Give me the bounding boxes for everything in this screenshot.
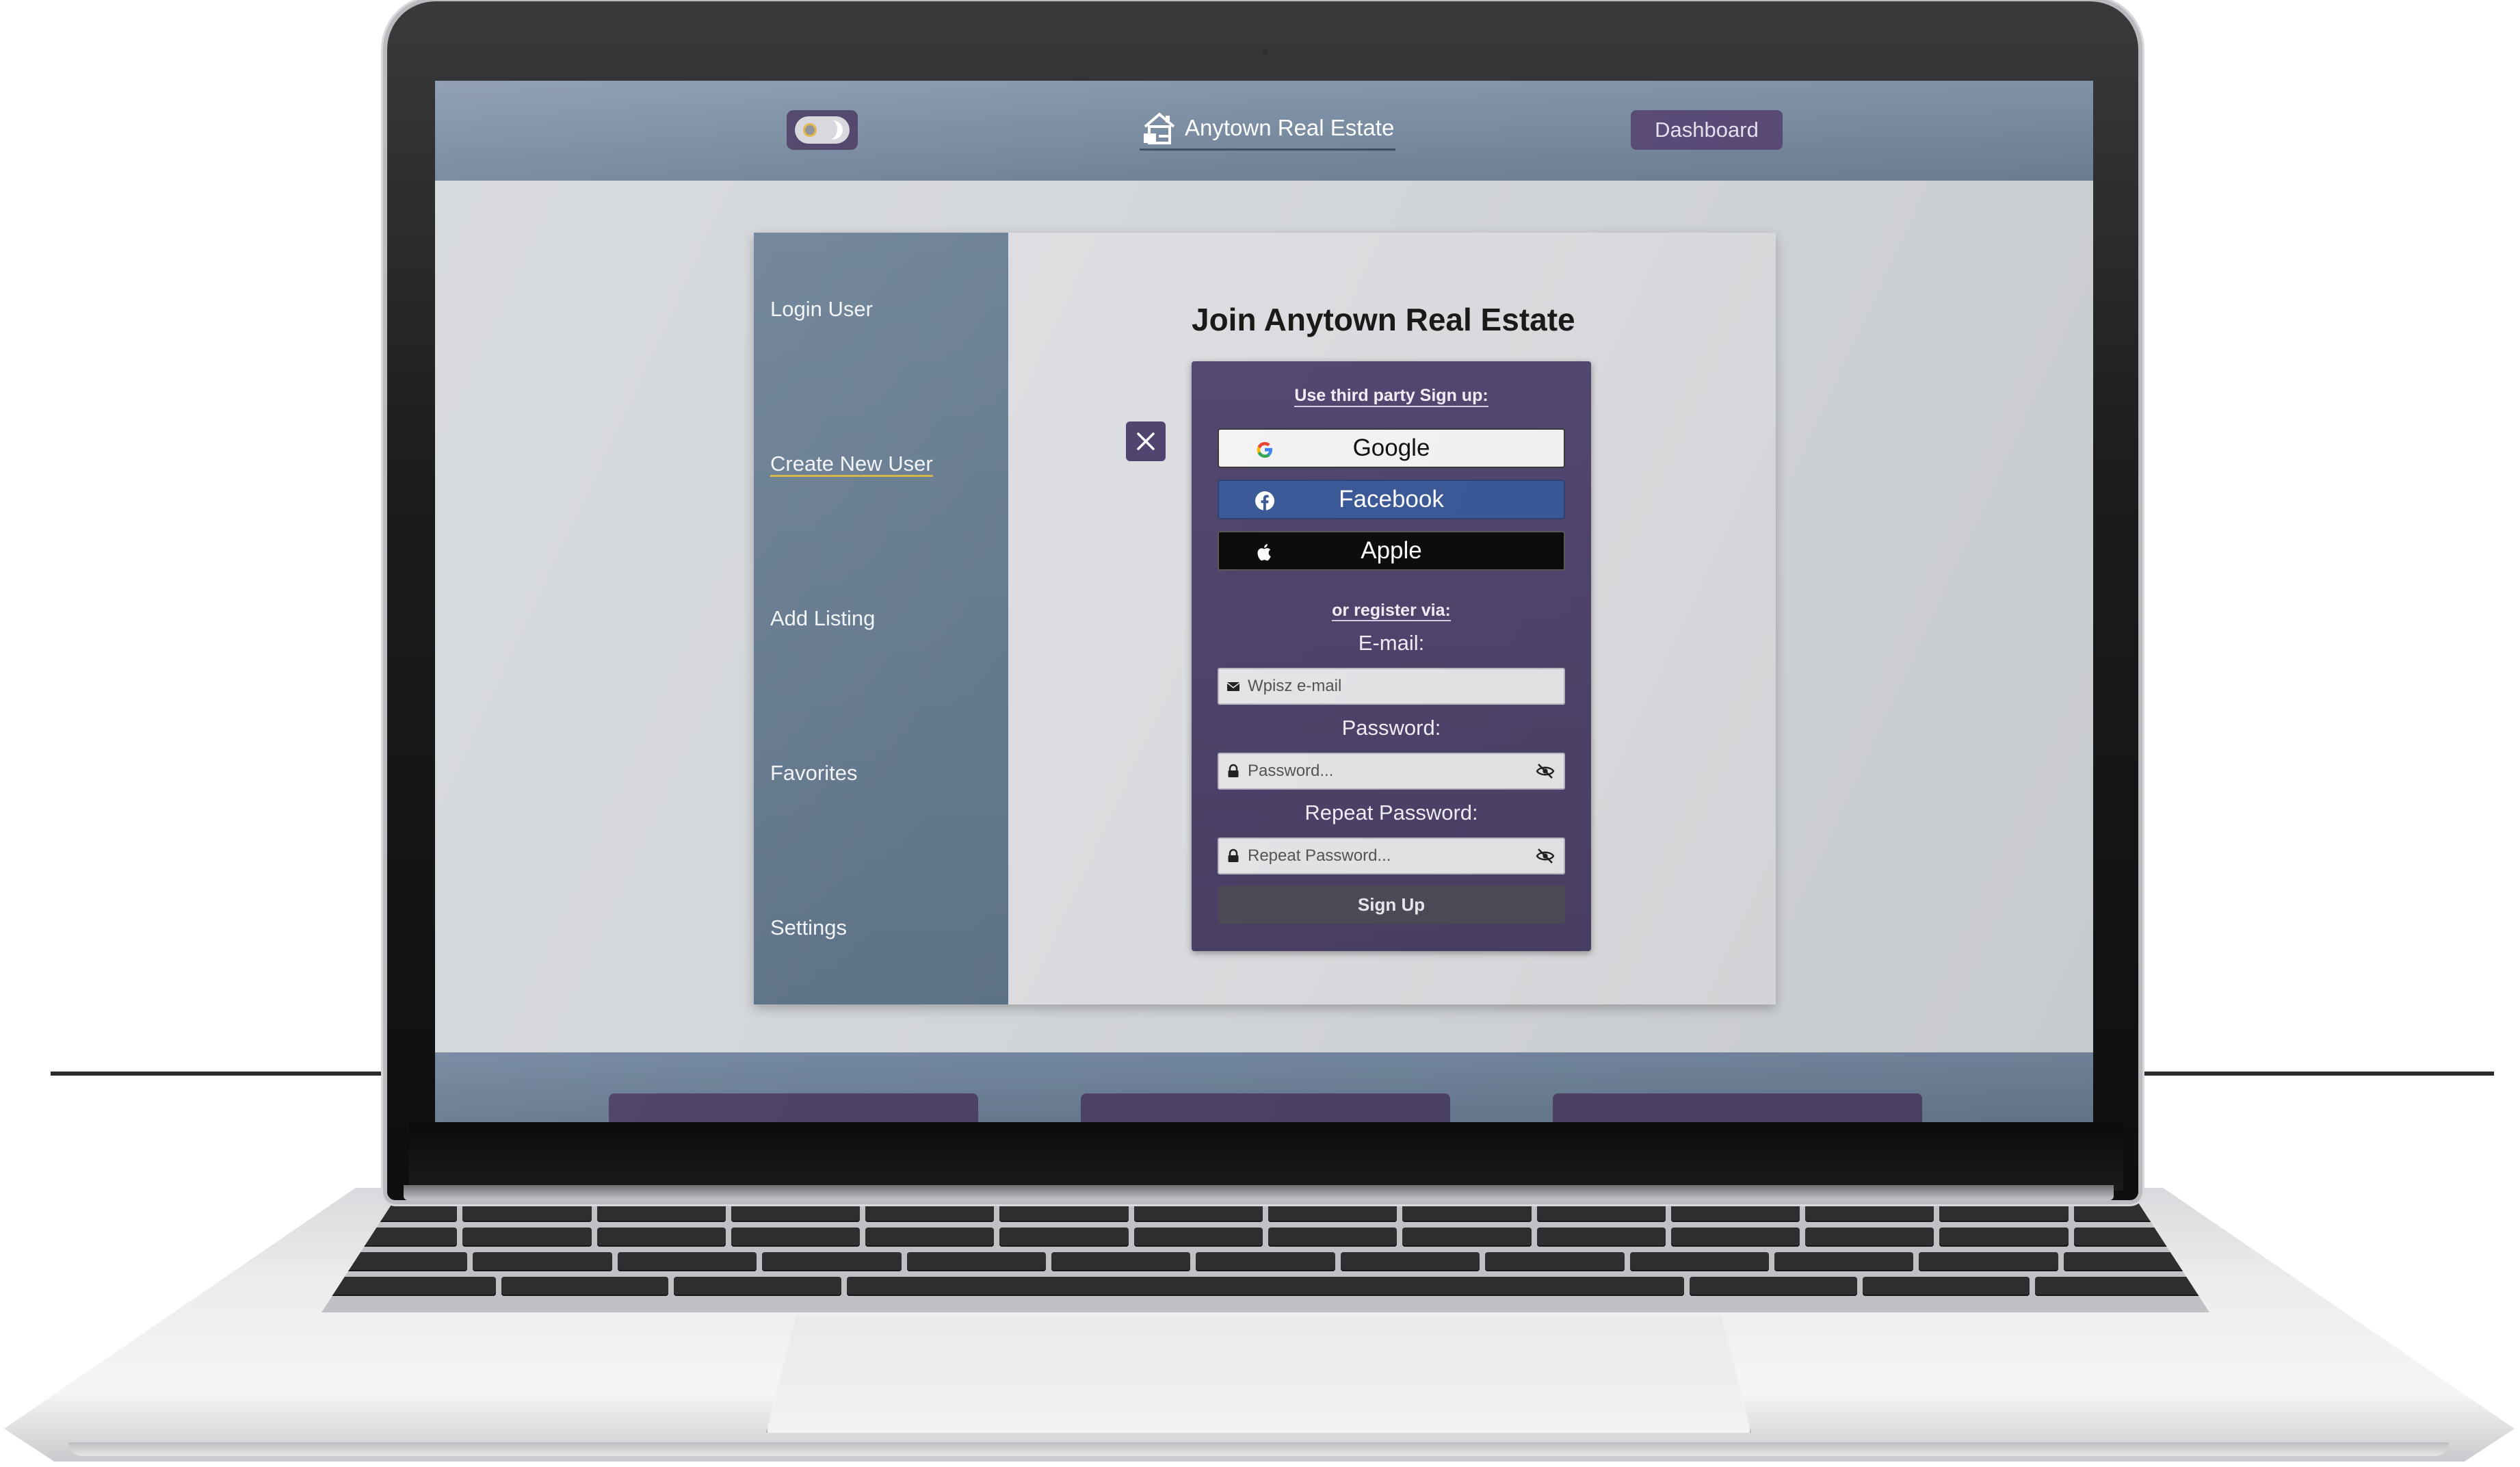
laptop-hinge	[404, 1185, 2114, 1200]
keyboard-row	[321, 1277, 2209, 1296]
facebook-icon	[1255, 491, 1274, 510]
table-shadow-left	[51, 1072, 393, 1076]
repeat-password-field[interactable]	[1218, 838, 1565, 874]
apple-signup-button[interactable]: Apple	[1218, 531, 1565, 571]
email-input[interactable]	[1241, 669, 1564, 703]
or-register-caption: or register via:	[1192, 601, 1591, 621]
facebook-label: Facebook	[1339, 486, 1444, 512]
email-field[interactable]	[1218, 668, 1565, 705]
keyboard-row	[321, 1252, 2209, 1271]
close-icon	[1137, 432, 1155, 450]
eye-slash-icon[interactable]	[1535, 847, 1556, 865]
keyboard	[321, 1196, 2209, 1312]
facebook-signup-button[interactable]: Facebook	[1218, 480, 1565, 519]
screen-bezel	[409, 1122, 2123, 1191]
lock-icon	[1228, 764, 1239, 777]
house-logo-icon	[1144, 112, 1175, 144]
dashboard-button[interactable]: Dashboard	[1631, 110, 1783, 150]
email-label: E-mail:	[1358, 631, 1425, 655]
sidebar-item-add-listing[interactable]: Add Listing	[770, 606, 875, 631]
page-title: Join Anytown Real Estate	[1192, 302, 1575, 337]
moon-icon	[821, 119, 843, 140]
toggle-track	[795, 116, 850, 144]
sidebar-item-create-new-user[interactable]: Create New User	[770, 452, 933, 476]
footer	[435, 1052, 2093, 1122]
laptop-base-edge	[68, 1442, 2449, 1456]
third-party-caption-text: Use third party Sign up:	[1294, 386, 1488, 407]
password-label: Password:	[1341, 716, 1441, 740]
brand-link[interactable]: Anytown Real Estate	[1140, 107, 1396, 151]
camera	[1263, 49, 1268, 55]
apple-icon	[1257, 544, 1271, 561]
google-signup-button[interactable]: Google	[1218, 428, 1565, 468]
brand-name: Anytown Real Estate	[1185, 114, 1395, 140]
repeat-password-input[interactable]	[1241, 839, 1535, 873]
apple-label: Apple	[1361, 537, 1422, 564]
sidebar-item-login-user[interactable]: Login User	[770, 297, 873, 322]
theme-toggle[interactable]	[787, 110, 858, 150]
sidebar-item-favorites[interactable]: Favorites	[770, 761, 857, 786]
envelope-icon	[1226, 682, 1240, 691]
lock-icon	[1228, 848, 1239, 862]
main-card: Login User Create New User Add Listing F…	[754, 233, 1776, 1004]
sidebar: Login User Create New User Add Listing F…	[754, 233, 1008, 1004]
signup-panel: Use third party Sign up: Google Facebook	[1192, 361, 1591, 951]
close-button[interactable]	[1126, 421, 1166, 461]
password-input[interactable]	[1241, 754, 1535, 788]
or-register-text: or register via:	[1332, 601, 1451, 621]
google-icon	[1257, 442, 1272, 458]
app-header: Anytown Real Estate Dashboard	[435, 81, 2093, 181]
sidebar-item-settings[interactable]: Settings	[770, 916, 847, 940]
eye-slash-icon[interactable]	[1535, 762, 1556, 780]
sign-up-button[interactable]: Sign Up	[1218, 885, 1565, 924]
sun-icon	[803, 123, 817, 137]
footer-tab[interactable]	[609, 1093, 978, 1122]
repeat-password-label: Repeat Password:	[1304, 801, 1478, 825]
footer-tab[interactable]	[1081, 1093, 1450, 1122]
keyboard-row	[321, 1228, 2209, 1247]
screen: Anytown Real Estate Dashboard Login User…	[435, 81, 2093, 1122]
trackpad	[766, 1316, 1751, 1433]
google-label: Google	[1352, 434, 1430, 461]
table-shadow-right	[2138, 1072, 2494, 1076]
third-party-caption: Use third party Sign up:	[1192, 386, 1591, 407]
password-field[interactable]	[1218, 753, 1565, 790]
keyboard-row	[321, 1203, 2209, 1222]
footer-tab[interactable]	[1553, 1093, 1922, 1122]
